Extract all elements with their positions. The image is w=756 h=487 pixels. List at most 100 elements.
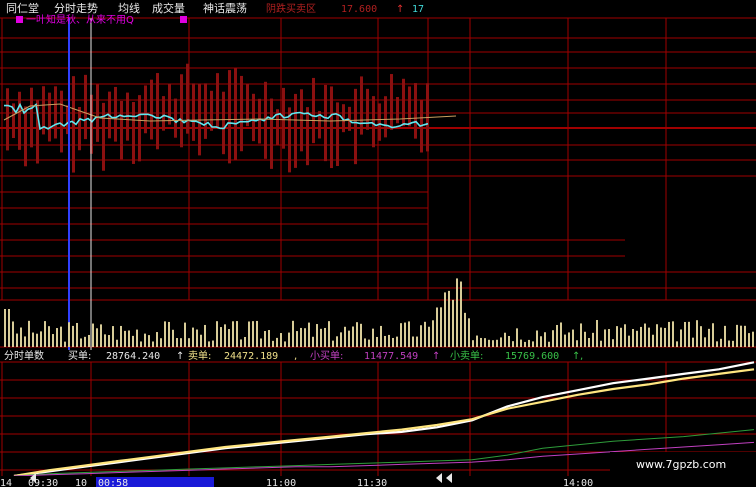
volume-bar	[452, 299, 454, 347]
volume-bar	[56, 328, 58, 347]
menu-item-indicator[interactable]: 神话震荡	[203, 1, 247, 15]
price-bar	[222, 91, 225, 155]
volume-bar	[436, 307, 438, 347]
volume-bar	[716, 341, 718, 347]
price-bar	[120, 101, 123, 160]
volume-bar	[332, 340, 334, 347]
volume-bar	[300, 327, 302, 347]
volume-bar	[472, 340, 474, 347]
price-bar	[78, 106, 81, 151]
volume-bar	[68, 322, 70, 347]
price-bar	[234, 68, 237, 160]
volume-bar	[584, 331, 586, 347]
volume-bar	[644, 323, 646, 347]
volume-bar	[152, 341, 154, 347]
volume-bar	[460, 281, 462, 347]
volume-bar	[528, 339, 530, 347]
volume-bar	[36, 333, 38, 347]
price-bar	[390, 74, 393, 130]
volume-bar	[288, 332, 290, 347]
volume-bar	[136, 329, 138, 347]
volume-bar	[476, 335, 478, 347]
volume-bar	[76, 322, 78, 347]
price-bar	[324, 84, 327, 162]
volume-bar	[192, 327, 194, 347]
volume-bar	[676, 341, 678, 347]
volume-bar	[16, 333, 18, 347]
volume-bar	[616, 326, 618, 347]
price-bar	[48, 92, 51, 142]
volume-bar	[24, 336, 26, 347]
menu-item-volume[interactable]: 成交量	[152, 1, 185, 15]
volume-bar	[552, 330, 554, 347]
price-bar	[204, 83, 207, 139]
volume-bar	[144, 333, 146, 347]
volume-bar	[464, 312, 466, 347]
watermark: www.7gpzb.com	[636, 458, 726, 471]
volume-bar	[220, 327, 222, 347]
volume-bars	[4, 278, 754, 347]
price-bar	[216, 73, 219, 127]
volume-bar	[488, 339, 490, 347]
price-bar	[54, 86, 57, 139]
volume-bar	[176, 338, 178, 347]
time-axis-label-day: 14	[0, 478, 12, 487]
volume-bar	[640, 326, 642, 347]
volume-bar	[28, 320, 30, 347]
volume-bar	[352, 326, 354, 347]
price-bar	[144, 85, 147, 134]
volume-bar	[236, 321, 238, 347]
price-bar	[24, 106, 27, 167]
volume-bar	[700, 326, 702, 347]
buy-arrow-icon: ↑	[176, 351, 184, 362]
price-bar	[354, 88, 357, 165]
chart-grid	[0, 17, 756, 476]
menu-item-intraday[interactable]: 分时走势	[54, 2, 98, 15]
volume-bar	[704, 337, 706, 347]
volume-bar	[456, 278, 458, 347]
volume-bar	[628, 335, 630, 347]
price-arrow-icon: ↑	[396, 4, 404, 15]
lower-panel-title: 分时单数	[4, 349, 44, 362]
price-bar	[162, 96, 165, 131]
volume-bar	[320, 328, 322, 347]
volume-bar	[404, 322, 406, 347]
volume-bar	[540, 336, 542, 347]
price-bar	[60, 90, 63, 153]
volume-bar	[272, 340, 274, 347]
volume-bar	[132, 335, 134, 347]
price-bar	[240, 75, 243, 152]
volume-bar	[108, 335, 110, 347]
time-axis-label-10: 10	[75, 478, 87, 487]
volume-bar	[632, 328, 634, 347]
volume-bar	[228, 329, 230, 347]
volume-bar	[204, 324, 206, 347]
price-bar	[228, 70, 231, 164]
menu-item-ma[interactable]: 均线	[118, 1, 140, 15]
volume-bar	[212, 340, 214, 347]
buy-label: 买单:	[68, 350, 91, 362]
volume-bar	[180, 338, 182, 347]
volume-bar	[648, 327, 650, 347]
volume-bar	[324, 327, 326, 347]
volume-bar	[172, 329, 174, 347]
price-bar	[6, 88, 9, 151]
volume-bar	[72, 325, 74, 347]
volume-bar	[88, 334, 90, 347]
volume-bar	[100, 324, 102, 347]
volume-bar	[428, 326, 430, 347]
small-buy-label: 小买单:	[310, 350, 343, 362]
volume-bar	[384, 335, 386, 347]
volume-bar	[92, 323, 94, 347]
buy-value: 28764.240	[106, 351, 160, 362]
volume-bar	[576, 340, 578, 347]
volume-bar	[296, 331, 298, 347]
volume-bar	[692, 337, 694, 347]
price-bar	[408, 86, 411, 127]
volume-bar	[328, 321, 330, 347]
volume-bar	[8, 309, 10, 347]
volume-bar	[380, 325, 382, 347]
price-bar	[258, 98, 261, 144]
time-axis-label-cursor: 00:58	[98, 478, 128, 487]
volume-bar	[652, 334, 654, 347]
